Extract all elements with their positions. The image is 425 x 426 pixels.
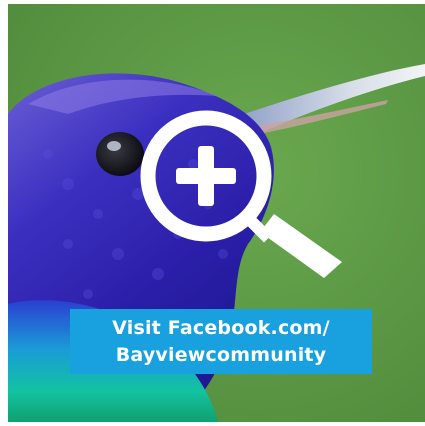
caption-line-2: Bayviewcommunity [115, 343, 327, 366]
zoom-in-icon[interactable] [136, 106, 348, 282]
facebook-caption[interactable]: Visit Facebook.com/ Bayviewcommunity [70, 309, 372, 374]
caption-line-1: Visit Facebook.com/ [112, 316, 330, 339]
photo-frame: Visit Facebook.com/ Bayviewcommunity [8, 4, 425, 422]
